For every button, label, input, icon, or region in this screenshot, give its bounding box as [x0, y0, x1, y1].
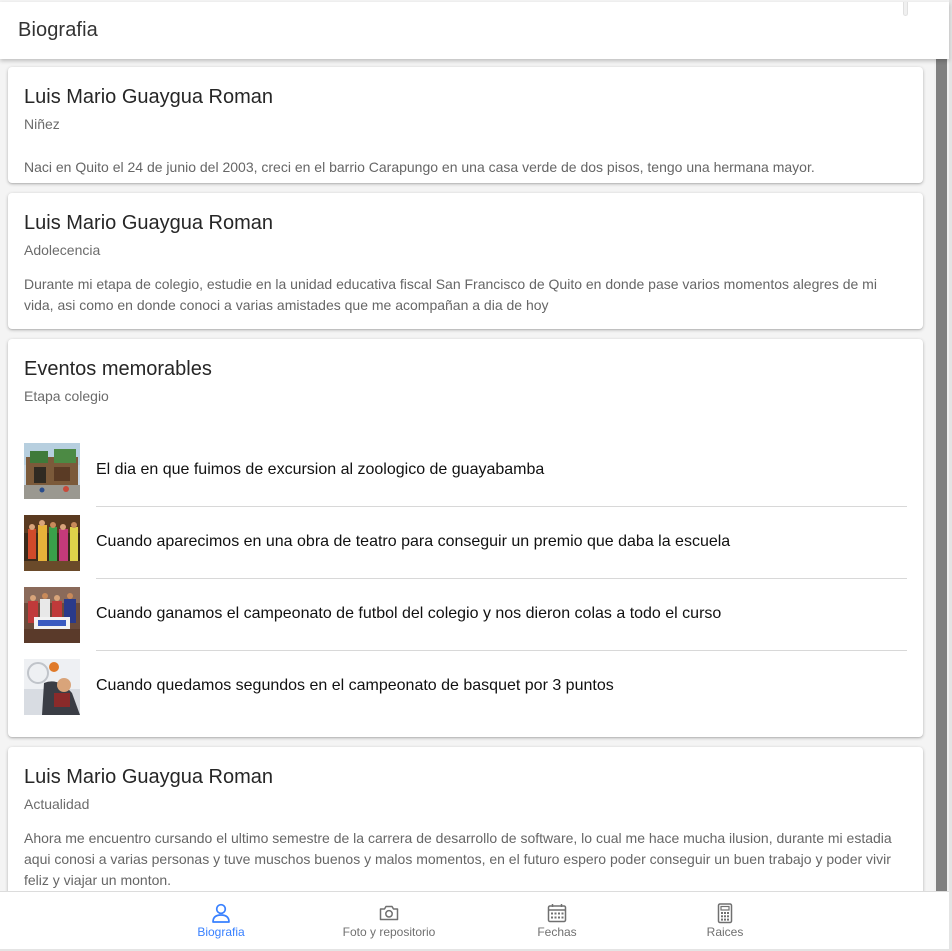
tab-bar: Biografia Foto y repositorio Fechas Raic…: [0, 891, 949, 949]
tab-biografia[interactable]: Biografia: [137, 892, 305, 949]
zoo-entrance-photo: [24, 443, 80, 499]
event-item[interactable]: Cuando ganamos el campeonato de futbol d…: [24, 579, 907, 651]
event-item[interactable]: Cuando quedamos segundos en el campeonat…: [24, 651, 907, 723]
camera-icon: [379, 905, 399, 921]
tab-foto-y-repositorio[interactable]: Foto y repositorio: [305, 892, 473, 949]
event-item[interactable]: El dia en que fuimos de excursion al zoo…: [24, 435, 907, 507]
tab-fechas[interactable]: Fechas: [473, 892, 641, 949]
card-subtitle: Adolecencia: [24, 242, 101, 258]
card-body: Naci en Quito el 24 de junio del 2003, c…: [24, 159, 815, 175]
content-scrollbar[interactable]: [934, 59, 949, 891]
card-body: Ahora me encuentro cursando el ultimo se…: [24, 830, 892, 888]
card-title: Luis Mario Guaygua Roman: [24, 766, 274, 788]
basketball-photo: [24, 659, 80, 715]
calendar-icon: [547, 904, 567, 923]
page-title: Biografia: [18, 19, 98, 41]
tab-label: Fechas: [537, 925, 577, 939]
header-toolbar: Biografia: [0, 2, 949, 59]
card-title: Luis Mario Guaygua Roman: [24, 212, 274, 234]
events-list: El dia en que fuimos de excursion al zoo…: [24, 435, 907, 723]
football-team-photo: [24, 587, 80, 643]
events-subtitle: Etapa colegio: [24, 388, 109, 404]
event-text: Cuando quedamos segundos en el campeonat…: [96, 677, 614, 694]
tab-label: Biografia: [197, 925, 245, 939]
calculator-icon: [717, 903, 733, 924]
card-subtitle: Niñez: [24, 116, 60, 132]
tab-raices[interactable]: Raices: [641, 892, 809, 949]
event-text: El dia en que fuimos de excursion al zoo…: [96, 461, 545, 478]
person-icon: [212, 903, 230, 923]
events-title: Eventos memorables: [24, 358, 212, 380]
main-content[interactable]: Luis Mario Guaygua Roman Niñez Naci en Q…: [0, 59, 934, 891]
toolbar-scroll-indicator: [903, 2, 908, 16]
bio-card-ninez: Luis Mario Guaygua Roman Niñez Naci en Q…: [8, 67, 923, 183]
event-item[interactable]: Cuando aparecimos en una obra de teatro …: [24, 507, 907, 579]
card-body: Durante mi etapa de colegio, estudie en …: [24, 276, 877, 313]
bio-card-actualidad: Luis Mario Guaygua Roman Actualidad Ahor…: [8, 747, 923, 891]
scrollbar-thumb[interactable]: [936, 59, 947, 891]
card-title: Luis Mario Guaygua Roman: [24, 86, 274, 108]
event-text: Cuando ganamos el campeonato de futbol d…: [96, 605, 722, 622]
app-window: Biografia Luis Mario Guaygua Roman Niñez…: [0, 0, 949, 949]
event-text: Cuando aparecimos en una obra de teatro …: [96, 533, 731, 550]
events-card: Eventos memorables Etapa colegio El dia …: [8, 339, 923, 737]
tab-label: Raices: [706, 925, 744, 939]
card-subtitle: Actualidad: [24, 796, 90, 812]
theater-play-photo: [24, 515, 80, 571]
tab-label: Foto y repositorio: [342, 925, 436, 939]
bio-card-adolecencia: Luis Mario Guaygua Roman Adolecencia Dur…: [8, 193, 923, 329]
